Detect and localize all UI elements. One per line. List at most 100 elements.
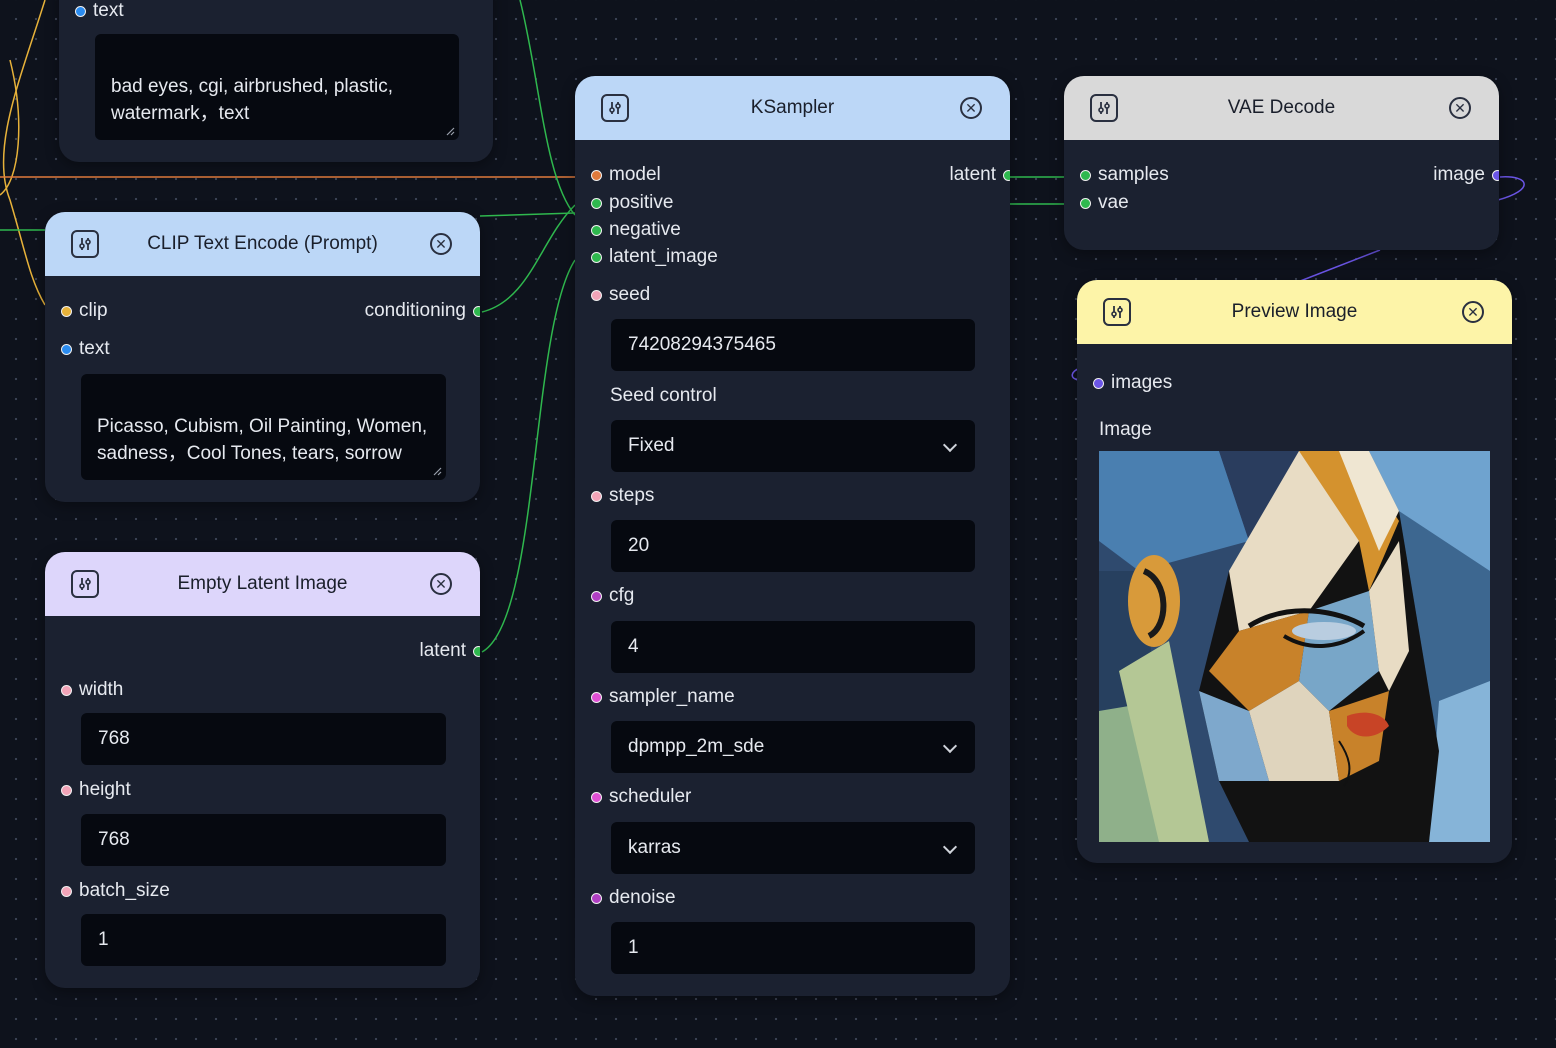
negative-input-port[interactable]: negative xyxy=(591,219,681,241)
port-dot[interactable] xyxy=(591,169,602,181)
negative-prompt-textarea[interactable]: bad eyes, cgi, airbrushed, plastic, wate… xyxy=(95,34,459,140)
positive-input-port[interactable]: positive xyxy=(591,192,673,214)
port-label: vae xyxy=(1098,192,1129,213)
port-label: images xyxy=(1111,372,1173,393)
port-dot[interactable] xyxy=(591,251,602,263)
width-port[interactable]: width xyxy=(61,679,123,701)
seed-port[interactable]: seed xyxy=(591,284,650,306)
port-label: sampler_name xyxy=(609,686,735,707)
close-circle-icon[interactable]: ✕ xyxy=(430,233,452,255)
port-dot[interactable] xyxy=(1003,169,1010,181)
image-label: Image xyxy=(1099,419,1152,440)
clip-node-header[interactable]: CLIP Text Encode (Prompt) ✕ xyxy=(45,212,480,276)
port-dot[interactable] xyxy=(61,305,72,317)
preview-image-node: Preview Image ✕ images Image xyxy=(1077,280,1512,863)
seed-input[interactable]: 74208294375465 xyxy=(611,319,975,371)
close-circle-icon[interactable]: ✕ xyxy=(430,573,452,595)
port-dot[interactable] xyxy=(591,490,602,502)
node-title: VAE Decode xyxy=(1227,97,1336,118)
latent-node-header[interactable]: Empty Latent Image ✕ xyxy=(45,552,480,616)
chevron-down-icon xyxy=(942,437,958,453)
port-label: width xyxy=(79,679,124,700)
node-title: KSampler xyxy=(750,97,835,118)
height-port[interactable]: height xyxy=(61,779,131,801)
port-label: batch_size xyxy=(79,880,170,901)
image-output-port[interactable]: image xyxy=(1433,164,1499,186)
seed-control-select[interactable]: Fixed xyxy=(611,420,975,472)
close-circle-icon[interactable]: ✕ xyxy=(960,97,982,119)
port-dot[interactable] xyxy=(1080,197,1091,209)
steps-port[interactable]: steps xyxy=(591,485,654,507)
vae-input-port[interactable]: vae xyxy=(1080,192,1129,214)
port-label: image xyxy=(1433,164,1485,185)
port-dot[interactable] xyxy=(75,5,86,17)
batch-size-port[interactable]: batch_size xyxy=(61,880,170,902)
latent-image-input-port[interactable]: latent_image xyxy=(591,246,718,268)
seed-control-value: Fixed xyxy=(628,435,675,456)
sampler-name-port[interactable]: sampler_name xyxy=(591,686,735,708)
port-dot[interactable] xyxy=(61,784,72,796)
height-value: 768 xyxy=(98,829,130,850)
port-dot[interactable] xyxy=(61,343,72,355)
preview-node-header[interactable]: Preview Image ✕ xyxy=(1077,280,1512,344)
clip-input-port[interactable]: clip xyxy=(61,300,108,322)
port-dot[interactable] xyxy=(61,885,72,897)
port-dot[interactable] xyxy=(591,691,602,703)
cfg-port[interactable]: cfg xyxy=(591,585,634,607)
port-dot[interactable] xyxy=(591,791,602,803)
ksampler-node-header[interactable]: KSampler ✕ xyxy=(575,76,1010,140)
port-dot[interactable] xyxy=(591,289,602,301)
port-label: latent xyxy=(949,164,996,185)
sliders-icon xyxy=(71,230,99,258)
denoise-port[interactable]: denoise xyxy=(591,887,676,909)
prompt-textarea[interactable]: Picasso, Cubism, Oil Painting, Women, sa… xyxy=(81,374,446,480)
model-input-port[interactable]: model xyxy=(591,164,661,186)
conditioning-output-port[interactable]: conditioning xyxy=(365,300,480,322)
chevron-down-icon xyxy=(942,839,958,855)
port-dot[interactable] xyxy=(473,305,480,317)
port-label: seed xyxy=(609,284,651,305)
seed-value: 74208294375465 xyxy=(628,334,776,355)
text-input-port[interactable]: text xyxy=(75,0,124,22)
vae-node-header[interactable]: VAE Decode ✕ xyxy=(1064,76,1499,140)
close-circle-icon[interactable]: ✕ xyxy=(1449,97,1471,119)
port-dot[interactable] xyxy=(1093,377,1104,389)
close-circle-icon[interactable]: ✕ xyxy=(1462,301,1484,323)
batch-size-input[interactable]: 1 xyxy=(81,914,446,966)
denoise-input[interactable]: 1 xyxy=(611,922,975,974)
latent-output-port[interactable]: latent xyxy=(420,640,480,662)
cfg-input[interactable]: 4 xyxy=(611,621,975,673)
port-dot[interactable] xyxy=(473,645,480,657)
port-label: conditioning xyxy=(364,300,466,321)
port-label: height xyxy=(79,779,131,800)
steps-input[interactable]: 20 xyxy=(611,520,975,572)
scheduler-port[interactable]: scheduler xyxy=(591,786,691,808)
sliders-icon xyxy=(1103,298,1131,326)
height-input[interactable]: 768 xyxy=(81,814,446,866)
wire-green-positive xyxy=(479,212,576,217)
images-input-port[interactable]: images xyxy=(1093,372,1172,394)
port-label: samples xyxy=(1098,164,1169,185)
port-dot[interactable] xyxy=(61,684,72,696)
scheduler-select[interactable]: karras xyxy=(611,822,975,874)
denoise-value: 1 xyxy=(628,937,639,958)
port-label: positive xyxy=(609,192,674,213)
port-dot[interactable] xyxy=(591,590,602,602)
sliders-icon xyxy=(1090,94,1118,122)
sampler-name-select[interactable]: dpmpp_2m_sde xyxy=(611,721,975,773)
preview-image[interactable] xyxy=(1099,451,1490,842)
resize-grip-icon[interactable] xyxy=(432,466,442,476)
port-dot[interactable] xyxy=(591,224,602,236)
port-dot[interactable] xyxy=(591,892,602,904)
port-dot[interactable] xyxy=(1080,169,1091,181)
text-input-port[interactable]: text xyxy=(61,338,110,360)
resize-grip-icon[interactable] xyxy=(445,126,455,136)
latent-output-port[interactable]: latent xyxy=(950,164,1010,186)
port-dot[interactable] xyxy=(591,197,602,209)
chevron-down-icon xyxy=(942,738,958,754)
width-input[interactable]: 768 xyxy=(81,713,446,765)
node-title: Empty Latent Image xyxy=(177,573,348,594)
port-dot[interactable] xyxy=(1492,169,1499,181)
samples-input-port[interactable]: samples xyxy=(1080,164,1169,186)
port-label: cfg xyxy=(609,585,635,606)
